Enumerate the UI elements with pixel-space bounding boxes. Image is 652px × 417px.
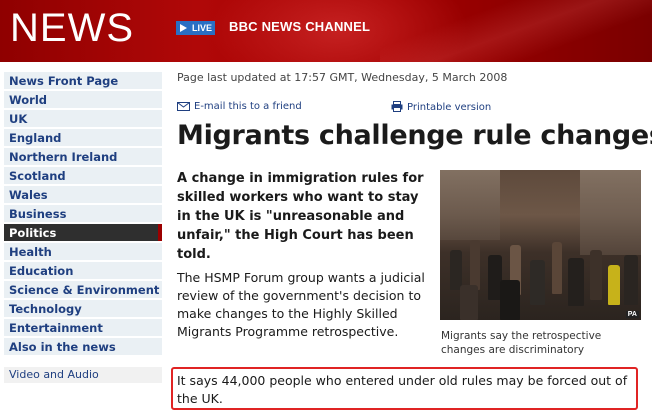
photo-building bbox=[440, 170, 500, 240]
sidebar-item-health[interactable]: Health bbox=[4, 243, 162, 262]
photo-figure bbox=[590, 250, 602, 300]
printer-icon bbox=[391, 101, 403, 112]
site-banner: NEWS LIVE BBC NEWS CHANNEL bbox=[0, 0, 652, 62]
highlighted-paragraph: It says 44,000 people who entered under … bbox=[177, 373, 628, 406]
article-paragraph: The HSMP Forum group wants a judicial re… bbox=[177, 270, 425, 339]
sidebar-item-world[interactable]: World bbox=[4, 91, 162, 110]
sidebar-item-entertainment[interactable]: Entertainment bbox=[4, 319, 162, 338]
email-friend-label: E-mail this to a friend bbox=[194, 101, 302, 112]
photo-figure bbox=[624, 255, 638, 305]
sidebar-item-also-in-the-news[interactable]: Also in the news bbox=[4, 338, 162, 357]
sidebar-item-england[interactable]: England bbox=[4, 129, 162, 148]
sidebar-item-scotland[interactable]: Scotland bbox=[4, 167, 162, 186]
photo-figure bbox=[568, 258, 584, 306]
banner-streak bbox=[380, 0, 652, 62]
photo-figure bbox=[460, 285, 478, 320]
sidebar-item-news-front-page[interactable]: News Front Page bbox=[4, 72, 162, 91]
play-icon bbox=[180, 24, 187, 32]
photo-figure bbox=[608, 265, 620, 305]
sidebar-item-video-and-audio[interactable]: Video and Audio bbox=[4, 367, 162, 383]
photo-figure bbox=[552, 242, 562, 294]
last-updated-timestamp: Page last updated at 17:57 GMT, Wednesda… bbox=[177, 71, 508, 84]
photo-caption: Migrants say the retrospective changes a… bbox=[441, 330, 602, 356]
sidebar-item-science-environment[interactable]: Science & Environment bbox=[4, 281, 162, 300]
live-badge[interactable]: LIVE bbox=[176, 21, 216, 35]
news-channel-link[interactable]: BBC NEWS CHANNEL bbox=[229, 19, 370, 34]
photo-building bbox=[580, 170, 641, 255]
sidebar-item-business[interactable]: Business bbox=[4, 205, 162, 224]
sidebar-item-education[interactable]: Education bbox=[4, 262, 162, 281]
article-headline: Migrants challenge rule changes bbox=[177, 120, 652, 151]
email-friend-link[interactable]: E-mail this to a friend bbox=[177, 101, 302, 112]
photo-credit: PA bbox=[625, 311, 639, 318]
sidebar-item-uk[interactable]: UK bbox=[4, 110, 162, 129]
photo-figure bbox=[530, 260, 545, 305]
news-logo[interactable]: NEWS bbox=[10, 6, 134, 51]
crowd-photo: PA bbox=[440, 170, 641, 320]
sidebar-item-northern-ireland[interactable]: Northern Ireland bbox=[4, 148, 162, 167]
live-label: LIVE bbox=[192, 23, 213, 33]
photo-figure bbox=[500, 280, 520, 320]
article-lede: A change in immigration rules for skille… bbox=[177, 171, 424, 262]
sidebar-item-technology[interactable]: Technology bbox=[4, 300, 162, 319]
printable-version-label: Printable version bbox=[407, 102, 492, 113]
sidebar-item-wales[interactable]: Wales bbox=[4, 186, 162, 205]
sidebar-item-politics[interactable]: Politics bbox=[4, 224, 162, 243]
printable-version-link[interactable]: Printable version bbox=[391, 101, 491, 113]
photo-figure bbox=[450, 250, 462, 290]
envelope-icon bbox=[177, 102, 190, 111]
sidebar-nav: News Front Page World UK England Norther… bbox=[0, 72, 165, 383]
photo-figure bbox=[470, 240, 480, 290]
